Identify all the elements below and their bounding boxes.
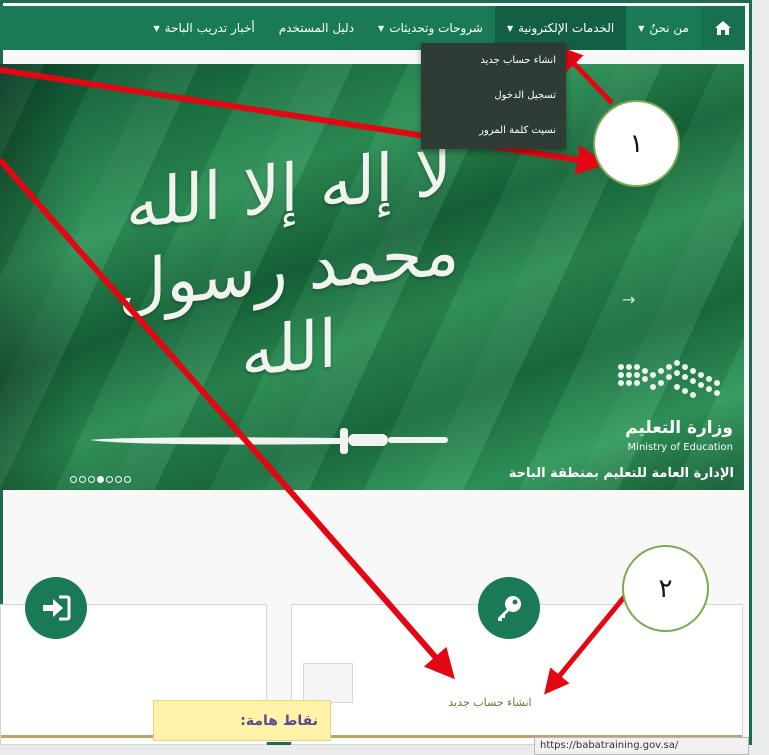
nav-item-label: من نحنُ <box>649 21 689 35</box>
slider-dot[interactable] <box>106 476 113 483</box>
sign-in-icon <box>43 595 71 621</box>
slider-dot[interactable] <box>124 476 131 483</box>
e-services-dropdown: انشاء حساب جديد تسجيل الدخول نسيت كلمة ا… <box>421 43 566 149</box>
slider-dot[interactable] <box>115 476 122 483</box>
slider-dot[interactable] <box>79 476 86 483</box>
nav-item-label: الخدمات الإلكترونية <box>518 21 615 35</box>
important-notes-box: نقاط هامة: <box>153 700 331 741</box>
caret-down-icon: ▼ <box>638 23 645 33</box>
login-circle[interactable] <box>25 577 87 639</box>
callout-1: ١ <box>593 100 680 187</box>
main-navbar: من نحنُ ▼ الخدمات الإلكترونية ▼ شروحات و… <box>0 6 745 50</box>
ministry-logo-icon <box>618 360 720 398</box>
callout-2: ٢ <box>622 545 709 632</box>
region-name: الإدارة العامة للتعليم بمنطقة الباحة <box>508 466 734 481</box>
slider-dots <box>70 476 131 483</box>
hero-shade <box>0 64 80 490</box>
status-url-bar: https://babatraining.gov.sa/ <box>534 737 749 755</box>
caret-down-icon: ▼ <box>153 23 160 33</box>
sword-icon <box>90 428 448 454</box>
create-account-label[interactable]: انشاء حساب جديد <box>380 696 600 709</box>
nav-item-label: شروحات وتحديثات <box>389 21 483 35</box>
slider-dot[interactable] <box>97 476 104 483</box>
slider-dot[interactable] <box>70 476 77 483</box>
ministry-name: وزارة التعليم <box>625 418 733 438</box>
slider-dot[interactable] <box>88 476 95 483</box>
nav-item-news[interactable]: أخبار تدريب الباحة ▼ <box>141 6 266 50</box>
menu-item-forgot-password[interactable]: نسيت كلمة المرور <box>421 113 566 148</box>
nav-item-about[interactable]: من نحنُ ▼ <box>626 6 701 50</box>
menu-item-login[interactable]: تسجيل الدخول <box>421 78 566 113</box>
caret-down-icon: ▼ <box>378 23 385 33</box>
caret-down-icon: ▼ <box>506 23 514 33</box>
slider-next-arrow[interactable]: → <box>622 290 635 309</box>
key-circle[interactable] <box>478 577 540 639</box>
home-icon <box>715 21 731 35</box>
nav-item-label: دليل المستخدم <box>278 21 355 35</box>
nav-home-button[interactable] <box>701 6 745 50</box>
menu-item-create-account[interactable]: انشاء حساب جديد <box>421 43 566 78</box>
nav-item-label: أخبار تدريب الباحة <box>164 21 255 35</box>
nav-item-user-guide[interactable]: دليل المستخدم <box>267 6 366 50</box>
key-icon <box>498 596 521 621</box>
ministry-name-en: Ministry of Education <box>627 442 733 453</box>
card-thumbnail <box>303 663 353 703</box>
